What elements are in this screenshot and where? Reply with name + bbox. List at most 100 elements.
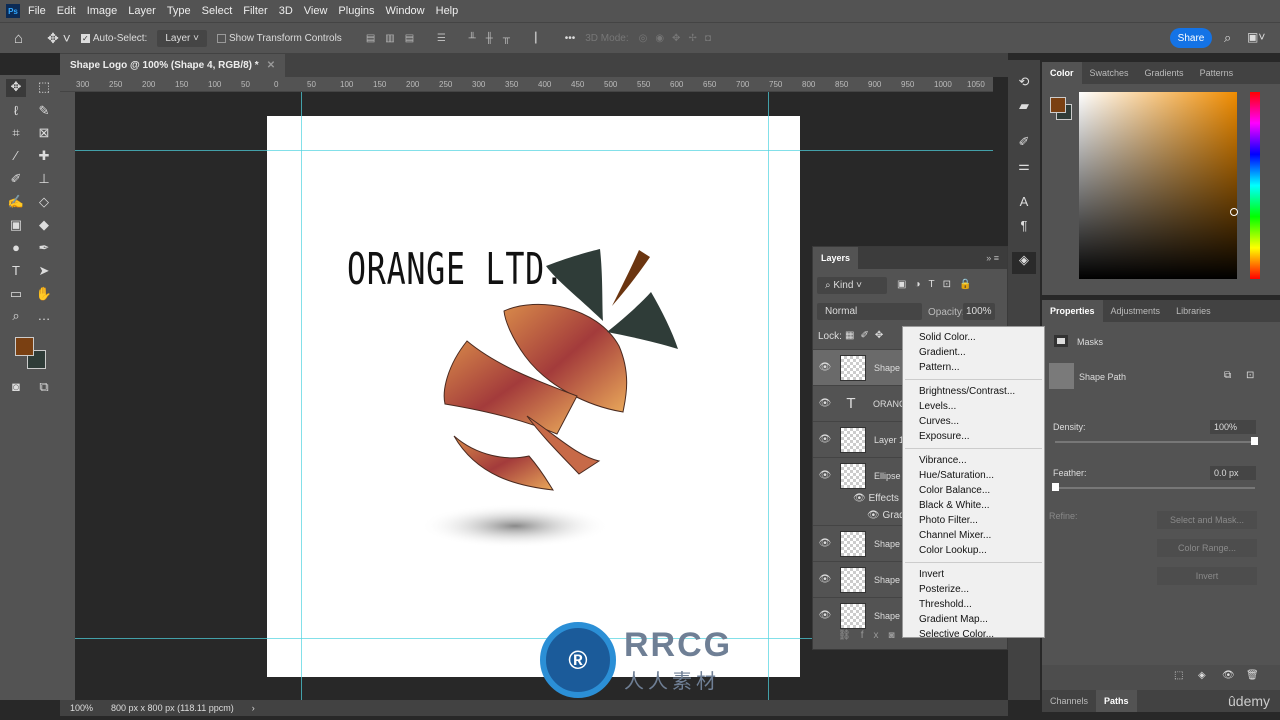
layers-title[interactable]: Layers bbox=[813, 247, 859, 269]
menu-item-hue-saturation[interactable]: Hue/Saturation... bbox=[903, 468, 1044, 483]
tab-properties[interactable]: Properties bbox=[1042, 300, 1103, 322]
hand-tool-icon[interactable]: ✋ bbox=[34, 286, 54, 304]
workspace-icon[interactable]: ▣˅ bbox=[1247, 30, 1265, 44]
align-icons[interactable]: ▤▥▤ ☰ ╨╫╥ ┃ bbox=[366, 33, 549, 44]
quick-select-tool-icon[interactable]: ✎ bbox=[34, 103, 54, 121]
menu-type[interactable]: Type bbox=[167, 5, 191, 17]
marquee-tool-icon[interactable]: ⬚ bbox=[34, 79, 54, 97]
menu-item-channel-mixer[interactable]: Channel Mixer... bbox=[903, 528, 1044, 543]
tab-channels[interactable]: Channels bbox=[1042, 690, 1096, 712]
tab-paths[interactable]: Paths bbox=[1096, 690, 1137, 712]
move-tool-icon[interactable]: ✥ ˅ bbox=[47, 30, 71, 47]
add-mask-icon[interactable]: ⧉ bbox=[1224, 370, 1231, 381]
feather-field[interactable]: 0.0 px bbox=[1210, 466, 1256, 480]
visibility-icon[interactable]: 👁 bbox=[867, 510, 882, 521]
paragraph-panel-icon[interactable]: ¶ bbox=[1014, 218, 1034, 236]
character-panel-icon[interactable]: A bbox=[1014, 194, 1034, 212]
menu-item-invert[interactable]: Invert bbox=[903, 567, 1044, 582]
vector-mask-icon[interactable]: ⊡ bbox=[1246, 370, 1254, 381]
layers-panel-icon[interactable]: ◈ bbox=[1012, 252, 1036, 274]
feather-slider-thumb[interactable] bbox=[1052, 483, 1059, 491]
screen-mode-icon[interactable]: ⧉ bbox=[34, 379, 54, 397]
menu-edit[interactable]: Edit bbox=[57, 5, 76, 17]
zoom-tool-icon[interactable]: ⌕ bbox=[6, 308, 26, 326]
blend-mode-dropdown[interactable]: Normal bbox=[817, 303, 922, 320]
opacity-field[interactable]: 100% bbox=[963, 303, 995, 320]
effects-row[interactable]: 👁 Effects bbox=[853, 493, 899, 504]
lock-icons[interactable]: ▦✐✥ bbox=[845, 330, 889, 341]
menu-3d[interactable]: 3D bbox=[279, 5, 293, 17]
lasso-tool-icon[interactable]: ℓ bbox=[6, 103, 26, 121]
brushes-panel-icon[interactable]: ✐ bbox=[1014, 134, 1034, 152]
visibility-icon[interactable]: 👁 bbox=[813, 470, 837, 481]
gradient-tool-icon[interactable]: ▣ bbox=[6, 217, 26, 235]
menu-item-vibrance[interactable]: Vibrance... bbox=[903, 453, 1044, 468]
eraser-tool-icon[interactable]: ◇ bbox=[34, 194, 54, 212]
more-icon[interactable]: ••• bbox=[565, 33, 576, 44]
menu-item-gradient[interactable]: Gradient... bbox=[903, 345, 1044, 360]
menu-item-selective-color[interactable]: Selective Color... bbox=[903, 627, 1044, 642]
gradient-effect-row[interactable]: 👁 Grad bbox=[867, 510, 905, 521]
menu-item-solid-color[interactable]: Solid Color... bbox=[903, 330, 1044, 345]
density-field[interactable]: 100% bbox=[1210, 420, 1256, 434]
tab-swatches[interactable]: Swatches bbox=[1082, 62, 1137, 84]
hue-slider[interactable] bbox=[1250, 92, 1260, 279]
dodge-tool-icon[interactable]: ● bbox=[6, 240, 26, 258]
filter-icons[interactable]: ▣◑T⊡🔒 bbox=[897, 279, 979, 290]
density-slider[interactable] bbox=[1055, 437, 1258, 445]
close-icon[interactable]: ✕ bbox=[267, 60, 275, 71]
panel-fg-swatch[interactable] bbox=[1050, 97, 1066, 113]
comments-panel-icon[interactable]: ▰ bbox=[1014, 98, 1034, 116]
menu-item-photo-filter[interactable]: Photo Filter... bbox=[903, 513, 1044, 528]
menu-item-posterize[interactable]: Posterize... bbox=[903, 582, 1044, 597]
filter-kind-dropdown[interactable]: ⌕ Kind ˅ bbox=[817, 277, 887, 294]
history-brush-icon[interactable]: ✍ bbox=[6, 194, 26, 212]
guide-vertical[interactable] bbox=[301, 92, 302, 700]
menu-plugins[interactable]: Plugins bbox=[338, 5, 374, 17]
3d-mode-icons[interactable]: ◎◉✥✢◘ bbox=[639, 33, 719, 44]
density-slider-thumb[interactable] bbox=[1251, 437, 1258, 445]
menu-filter[interactable]: Filter bbox=[243, 5, 267, 17]
healing-tool-icon[interactable]: ✚ bbox=[34, 148, 54, 166]
menu-item-pattern[interactable]: Pattern... bbox=[903, 360, 1044, 375]
visibility-icon[interactable]: 👁 bbox=[813, 610, 837, 621]
menu-item-threshold[interactable]: Threshold... bbox=[903, 597, 1044, 612]
menu-item-color-balance[interactable]: Color Balance... bbox=[903, 483, 1044, 498]
apply-mask-icon[interactable]: ◈ bbox=[1198, 670, 1206, 681]
menu-item-levels[interactable]: Levels... bbox=[903, 399, 1044, 414]
search-icon[interactable]: ⌕ bbox=[1224, 30, 1231, 46]
brush-tool-icon[interactable]: ✐ bbox=[6, 171, 26, 189]
type-tool-icon[interactable]: T bbox=[6, 263, 26, 281]
foreground-color-swatch[interactable] bbox=[15, 337, 34, 356]
feather-slider[interactable] bbox=[1052, 483, 1255, 491]
fx-icon[interactable]: fx bbox=[861, 630, 889, 641]
stamp-tool-icon[interactable]: ⊥ bbox=[34, 171, 54, 189]
tab-color[interactable]: Color bbox=[1042, 62, 1082, 84]
visibility-icon[interactable]: 👁 bbox=[813, 398, 837, 409]
tab-adjustments[interactable]: Adjustments bbox=[1103, 300, 1169, 322]
auto-select-dropdown[interactable]: Layer ˅ bbox=[157, 29, 207, 47]
guide-horizontal[interactable] bbox=[75, 150, 993, 151]
menu-view[interactable]: View bbox=[304, 5, 328, 17]
document-canvas[interactable]: ORANGE LTD. bbox=[267, 116, 800, 677]
status-arrow-icon[interactable]: › bbox=[252, 703, 255, 713]
menu-window[interactable]: Window bbox=[386, 5, 425, 17]
tab-patterns[interactable]: Patterns bbox=[1192, 62, 1242, 84]
visibility-icon[interactable]: 👁 bbox=[853, 493, 868, 504]
blur-tool-icon[interactable]: ◆ bbox=[34, 217, 54, 235]
quick-mask-icon[interactable]: ◙ bbox=[6, 379, 26, 397]
menu-item-color-lookup[interactable]: Color Lookup... bbox=[903, 543, 1044, 558]
tab-libraries[interactable]: Libraries bbox=[1168, 300, 1219, 322]
menu-item-brightness-contrast[interactable]: Brightness/Contrast... bbox=[903, 384, 1044, 399]
color-field[interactable] bbox=[1079, 92, 1238, 279]
menu-item-gradient-map[interactable]: Gradient Map... bbox=[903, 612, 1044, 627]
eyedropper-tool-icon[interactable]: ⁄ bbox=[6, 148, 26, 166]
load-selection-icon[interactable]: ⬚ bbox=[1174, 670, 1183, 681]
visibility-icon[interactable]: 👁 bbox=[813, 362, 837, 373]
history-panel-icon[interactable]: ⟲ bbox=[1014, 74, 1034, 92]
share-button[interactable]: Share bbox=[1170, 28, 1212, 48]
move-tool-icon[interactable]: ✥ bbox=[6, 79, 26, 97]
visibility-icon[interactable]: 👁 bbox=[813, 574, 837, 585]
adjust-panel-icon[interactable]: ⚌ bbox=[1014, 158, 1034, 176]
invert-button[interactable]: Invert bbox=[1157, 567, 1257, 585]
